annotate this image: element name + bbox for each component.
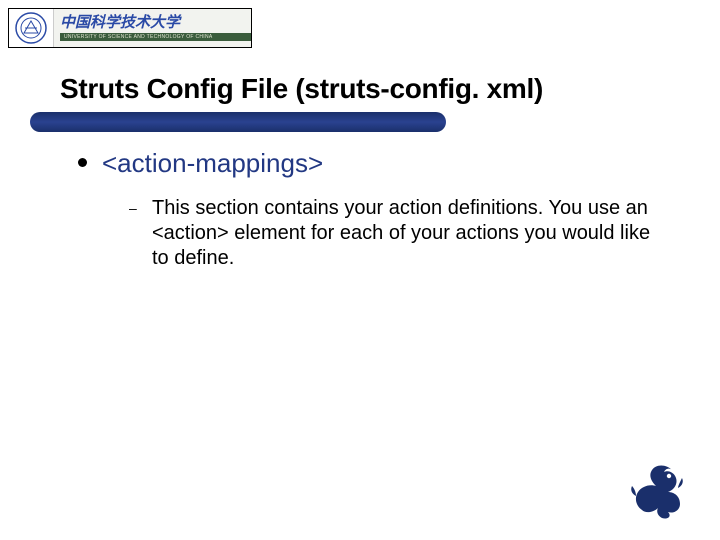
university-logo: 中国科学技术大学 UNIVERSITY OF SCIENCE AND TECHN…	[8, 8, 252, 48]
bullet-level1-text: <action-mappings>	[102, 148, 323, 179]
title-underline-bar	[30, 112, 446, 132]
university-name-chinese: 中国科学技术大学	[60, 16, 251, 31]
bullet-icon	[78, 158, 87, 167]
dash-icon: –	[129, 200, 137, 216]
slide-title: Struts Config File (struts-config. xml)	[60, 73, 543, 105]
university-name-english: UNIVERSITY OF SCIENCE AND TECHNOLOGY OF …	[60, 33, 251, 41]
university-logo-text: 中国科学技术大学 UNIVERSITY OF SCIENCE AND TECHN…	[54, 9, 251, 47]
university-emblem-icon	[9, 9, 54, 47]
dragon-icon	[622, 454, 692, 524]
bullet-level2-text: This section contains your action defini…	[152, 196, 657, 271]
